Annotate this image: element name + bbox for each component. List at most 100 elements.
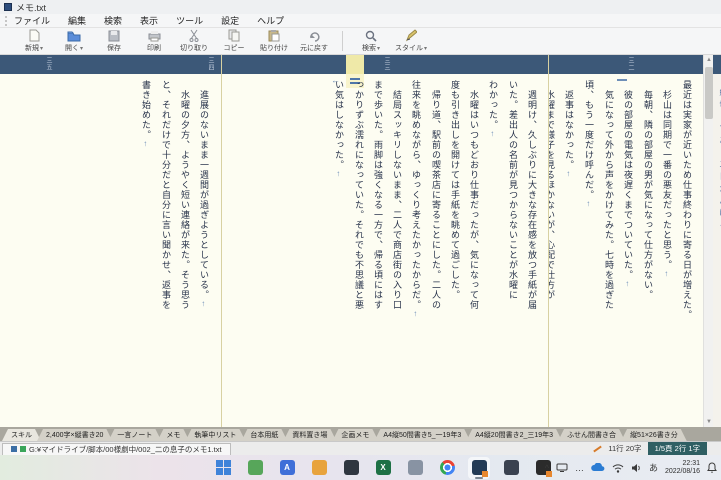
page-middle[interactable]: 週明け、久しぶりに大きな存在感を放つ手紙が届 いた。差出人の名前が見つからないこと… <box>222 55 548 427</box>
app-icon-glyph <box>343 460 359 475</box>
dropdown-arrow-icon[interactable]: ▾ <box>424 46 427 52</box>
toolbar-button-label: 新規▾ <box>24 45 43 52</box>
page-right[interactable]: 最近は実家が近いため仕事終わりに寄る日が増えた。 杉山は同期で一番の悪友だったと… <box>549 55 703 427</box>
display-app-icon[interactable] <box>500 457 522 479</box>
chrome-icon[interactable] <box>436 457 458 479</box>
toolbar-button-スタイル[interactable]: スタイル▾ <box>391 28 431 54</box>
mail-app-icon[interactable] <box>244 457 266 479</box>
toolbar-button-保存[interactable]: 保存 <box>94 28 134 54</box>
document-area[interactable]: 三五 三四 三三 三二 ← 進展のないまま一週間が過ぎようとしている。← 水曜の夕方、… <box>0 55 703 427</box>
page-left[interactable]: 進展のないまま一週間が過ぎようとしている。← 水曜の夕方、ようやく短い連絡が来た… <box>0 55 221 427</box>
toolbar-button-検索[interactable]: 検索▾ <box>351 28 391 54</box>
doc-tab-執筆中リスト[interactable]: 執筆中リスト <box>185 429 245 441</box>
active-file-tab[interactable]: G:¥マイドライブ/脚本/00様劇中/002_二の息子のメモ1.txt <box>2 442 231 455</box>
start-icon-glyph <box>215 460 231 475</box>
newline-arrow-icon: ← <box>624 280 633 288</box>
clock-time: 22:31 <box>682 459 700 467</box>
dropdown-arrow-icon[interactable]: ▾ <box>377 46 380 52</box>
onedrive-cloud-icon[interactable] <box>591 463 605 472</box>
new-document-icon <box>28 29 40 42</box>
doc-tab-資料置き場[interactable]: 資料置き場 <box>283 429 336 441</box>
newline-arrow-icon: ← <box>663 270 672 278</box>
toolbar-button-開く[interactable]: 開く▾ <box>54 28 94 54</box>
folder-icon[interactable] <box>308 457 330 479</box>
document-tab-bar: スキル 2,400字×縦書き20 一言ノート メモ 執筆中リスト 台本用紙 資料置き場 企画メ… <box>0 427 721 441</box>
menu-item-設定[interactable]: 設定 <box>221 14 239 27</box>
page-text: 最近は実家が近いため仕事終わりに寄る日が増えた。 杉山は同期で一番の悪友だったと… <box>549 80 696 421</box>
menu-item-ツール[interactable]: ツール <box>176 14 203 27</box>
search-icon <box>365 29 377 42</box>
app-icon-glyph <box>503 460 519 475</box>
file-path: G:¥マイドライブ/脚本/00様劇中/002_二の息子のメモ1.txt <box>29 444 222 454</box>
doc-tab-一言ノート[interactable]: 一言ノート <box>108 429 161 441</box>
doc-tab-ふせん間書き合[interactable]: ふせん間書き合 <box>558 429 625 441</box>
text-column: 帰り道、駅前の喫茶店に寄ることにした。二人の <box>431 80 441 310</box>
photos-app-icon[interactable] <box>340 457 362 479</box>
background-window-edge[interactable]: 締切まであと二日がんばる <box>713 55 721 427</box>
vertical-scrollbar[interactable]: ▲ ▼ <box>703 55 713 427</box>
toolbar-button-label: 元に戻す <box>300 45 328 52</box>
start-icon[interactable] <box>212 457 234 479</box>
toolbar-button-label: 開く▾ <box>64 45 83 52</box>
doc-tab-企画メモ[interactable]: 企画メモ <box>332 429 378 441</box>
tray-clock[interactable]: 22:31 2022/08/16 <box>665 460 700 476</box>
text-column: 返事はなかった。← <box>564 80 574 178</box>
icon-corner-accent <box>482 470 488 477</box>
tray-chevron-icon[interactable]: ^ <box>545 463 549 473</box>
doc-tab-台本用紙[interactable]: 台本用紙 <box>241 429 287 441</box>
background-window-ruler <box>713 55 721 74</box>
doc-tab-A4縦50間書き5_一19年3[interactable]: A4縦50間書き5_一19年3 <box>374 429 470 441</box>
menu-item-検索[interactable]: 検索 <box>104 14 122 27</box>
grid-setting: 11行 20字 <box>608 444 642 453</box>
toolbar-button-貼り付け[interactable]: 貼り付け <box>254 28 294 54</box>
doc-tab-スキル[interactable]: スキル <box>2 429 41 441</box>
toolbar-button-元に戻す[interactable]: 元に戻す <box>294 28 334 54</box>
editor-app-icon[interactable] <box>468 456 490 479</box>
text-column: と、それだけで十分だと自分に言い聞かせ、返事を <box>161 80 171 310</box>
toolbar-button-label: 貼り付け <box>260 45 288 52</box>
status-bar: G:¥マイドライブ/脚本/00様劇中/002_二の息子のメモ1.txt 11行 … <box>0 441 721 455</box>
text-column: 週明け、久しぶりに大きな存在感を放つ手紙が届 <box>527 80 537 310</box>
dropdown-arrow-icon[interactable]: ▾ <box>40 46 43 52</box>
menu-item-編集[interactable]: 編集 <box>68 14 86 27</box>
volume-icon[interactable] <box>631 463 642 473</box>
doc-tab-縦51×26書き分[interactable]: 縦51×26書き分 <box>621 429 687 441</box>
toolbar-button-印刷[interactable]: 印刷 <box>134 28 174 54</box>
tray-ellipsis-icon[interactable]: … <box>575 463 584 473</box>
toolbar-button-label: 保存 <box>107 45 121 52</box>
text-column: っかりずぶ濡れになっていた。それでも不思議と悪 <box>354 80 364 310</box>
menu-item-ヘルプ[interactable]: ヘルプ <box>257 14 284 27</box>
toolbar-gripper[interactable] <box>5 16 8 26</box>
doc-tab-A4縦20間書き2_三19年3[interactable]: A4縦20間書き2_三19年3 <box>466 429 562 441</box>
save-icon <box>108 29 120 42</box>
settings-app-icon[interactable] <box>404 457 426 479</box>
text-column: 杉山は同期で一番の悪友だったと思う。← <box>662 80 672 278</box>
chrome-icon-glyph <box>439 460 455 475</box>
toolbar-separator <box>342 31 343 51</box>
toolbar-button-コピー[interactable]: コピー <box>214 28 254 54</box>
doc-tab-メモ[interactable]: メモ <box>157 429 189 441</box>
toolbar-button-切り取り[interactable]: 切り取り <box>174 28 214 54</box>
toolbar: 新規▾ 開く▾ 保存 印刷 切り取り コピー 貼り付け 元に戻す 検索▾ スタイル▾ <box>0 28 721 80</box>
text-column: 水曜まで様子を見るほかないが、心配で仕方が <box>549 90 555 300</box>
browser-app-icon[interactable]: A <box>276 457 298 479</box>
ime-mode-badge[interactable]: あ <box>649 461 658 474</box>
paste-icon <box>268 29 280 42</box>
app-icon-glyph <box>247 460 263 475</box>
doc-tab-2,400字×縦書き20[interactable]: 2,400字×縦書き20 <box>37 429 112 441</box>
text-column: まで歩いた。雨脚は強くなる一方で、帰る頃にはす <box>373 80 383 310</box>
dropdown-arrow-icon[interactable]: ▾ <box>80 46 83 52</box>
menu-item-表示[interactable]: 表示 <box>140 14 158 27</box>
menu-item-ファイル[interactable]: ファイル <box>14 14 50 27</box>
text-column: 最近は実家が近いため仕事終わりに寄る日が増えた。 <box>682 80 692 320</box>
scrollbar-thumb[interactable] <box>705 67 713 119</box>
monitor-icon[interactable] <box>556 463 568 473</box>
app-icon-glyph <box>407 460 423 475</box>
toolbar-button-新規[interactable]: 新規▾ <box>14 28 54 54</box>
app-icon-glyph <box>471 460 488 477</box>
wifi-icon[interactable] <box>612 463 624 473</box>
taskbar: A X ^ … あ 22:31 2022/08/16 <box>0 455 721 480</box>
sync-status-icon <box>20 446 26 452</box>
notification-bell-icon[interactable] <box>707 462 717 473</box>
excel-icon[interactable]: X <box>372 457 394 479</box>
